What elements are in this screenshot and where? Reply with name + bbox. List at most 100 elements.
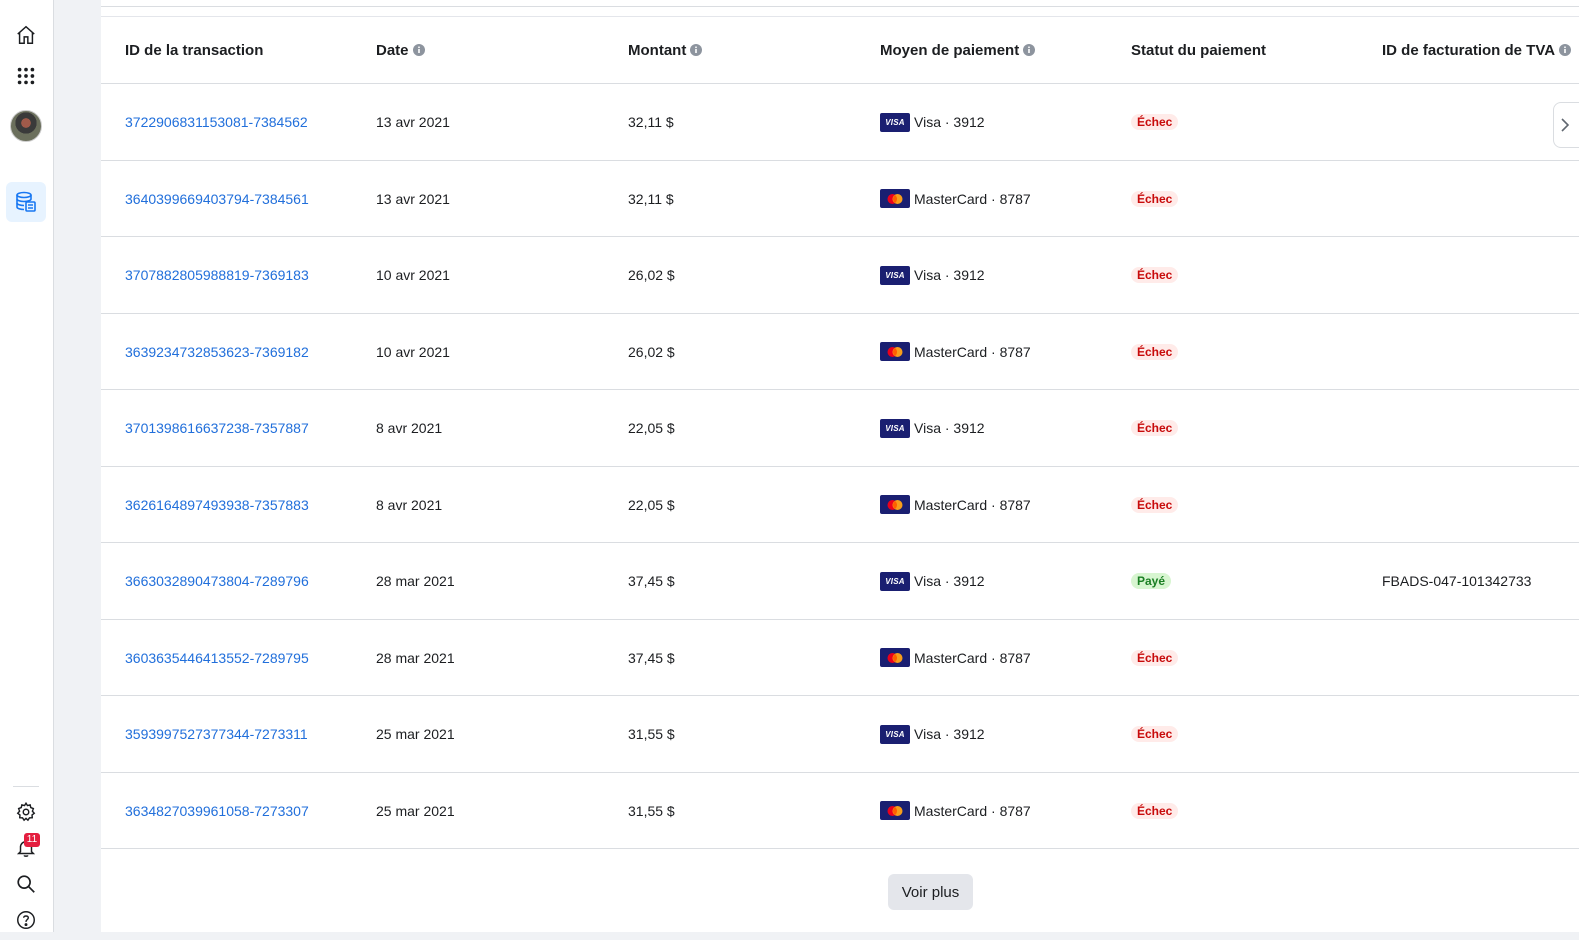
date-cell: 10 avr 2021 xyxy=(376,343,450,360)
billing-button[interactable] xyxy=(6,182,46,222)
home-button[interactable] xyxy=(6,15,46,55)
settings-icon xyxy=(16,801,36,822)
header-payment-method[interactable]: Moyen de paiement xyxy=(880,17,1036,83)
help-button[interactable] xyxy=(6,900,46,940)
status-badge: Échec xyxy=(1131,726,1179,742)
mastercard-logo-icon xyxy=(880,495,910,514)
payment-method-cell: MasterCard · 8787 xyxy=(880,161,1031,237)
mastercard-logo-icon xyxy=(880,342,910,361)
transaction-id-link[interactable]: 3634827039961058-7273307 xyxy=(125,803,309,819)
payment-method-text: MasterCard · 8787 xyxy=(914,343,1031,360)
see-more-button[interactable]: Voir plus xyxy=(888,874,973,910)
table-row: 3634827039961058-7273307 25 mar 2021 31,… xyxy=(101,773,1579,849)
mastercard-logo-icon xyxy=(880,801,910,820)
table-row: 3707882805988819-7369183 10 avr 2021 26,… xyxy=(101,237,1579,314)
header-payment-status[interactable]: Statut du paiement xyxy=(1131,17,1266,83)
info-icon[interactable] xyxy=(690,44,703,56)
date-cell: 13 avr 2021 xyxy=(376,114,450,130)
table-row: 3593997527377344-7273311 25 mar 2021 31,… xyxy=(101,696,1579,773)
payment-status-cell: Payé xyxy=(1131,543,1172,619)
status-badge: Payé xyxy=(1131,573,1172,589)
search-button[interactable] xyxy=(6,864,46,904)
table-row: 3701398616637238-7357887 8 avr 2021 22,0… xyxy=(101,390,1579,467)
payment-status-cell: Échec xyxy=(1131,696,1179,772)
mastercard-logo-icon xyxy=(880,648,910,667)
amount-cell: 31,55 $ xyxy=(628,726,675,742)
info-icon[interactable] xyxy=(1559,44,1572,56)
amount-cell: 37,45 $ xyxy=(628,573,675,589)
avatar xyxy=(10,110,42,142)
status-badge: Échec xyxy=(1131,190,1179,207)
payment-method-text: MasterCard · 8787 xyxy=(914,802,1031,819)
payment-method-cell: MasterCard · 8787 xyxy=(880,314,1031,390)
date-cell: 8 avr 2021 xyxy=(376,496,443,513)
header-amount[interactable]: Montant xyxy=(628,17,703,83)
apps-grid-icon xyxy=(17,67,35,85)
header-amount-label: Montant xyxy=(628,41,687,59)
header-transaction-id-label: ID de la transaction xyxy=(125,41,264,59)
payment-status-cell: Échec xyxy=(1131,467,1179,543)
header-transaction-id[interactable]: ID de la transaction xyxy=(125,17,263,83)
info-icon[interactable] xyxy=(1023,44,1036,56)
rail-divider xyxy=(13,786,39,787)
transaction-id-link[interactable]: 3639234732853623-7369182 xyxy=(125,344,309,360)
table-header: ID de la transaction Date Montant Moyen … xyxy=(101,17,1579,84)
transaction-id-cell: 3634827039961058-7273307 xyxy=(125,773,309,849)
payment-method-cell: VISA Visa · 3912 xyxy=(880,543,985,619)
amount-cell: 32,11 $ xyxy=(628,114,674,130)
date-cell: 13 avr 2021 xyxy=(376,190,450,207)
amount-cell: 37,45 $ xyxy=(628,649,675,666)
transaction-id-link[interactable]: 3663032890473804-7289796 xyxy=(125,573,309,589)
apps-grid-button[interactable] xyxy=(6,56,46,96)
amount-cell: 26,02 $ xyxy=(628,267,675,283)
account-avatar-button[interactable] xyxy=(6,106,46,146)
search-icon xyxy=(17,875,35,893)
payment-method-text: Visa · 3912 xyxy=(914,726,985,742)
transaction-id-link[interactable]: 3701398616637238-7357887 xyxy=(125,420,309,436)
transaction-id-link[interactable]: 3603635446413552-7289795 xyxy=(125,650,309,666)
header-date[interactable]: Date xyxy=(376,17,425,83)
status-badge: Échec xyxy=(1131,267,1179,283)
status-badge: Échec xyxy=(1131,802,1179,819)
status-badge: Échec xyxy=(1131,343,1179,360)
transaction-id-cell: 3639234732853623-7369182 xyxy=(125,314,309,390)
transaction-id-link[interactable]: 3640399669403794-7384561 xyxy=(125,191,309,207)
header-payment-status-label: Statut du paiement xyxy=(1131,41,1267,59)
left-nav-rail: 11 xyxy=(0,0,54,932)
date-cell: 25 mar 2021 xyxy=(376,802,455,819)
table-row: 3640399669403794-7384561 13 avr 2021 32,… xyxy=(101,161,1579,237)
date-cell: 8 avr 2021 xyxy=(376,420,443,436)
payment-method-text: Visa · 3912 xyxy=(914,573,985,589)
transaction-id-link[interactable]: 3707882805988819-7369183 xyxy=(125,267,309,283)
transactions-panel: ID de la transaction Date Montant Moyen … xyxy=(101,0,1579,932)
status-badge: Échec xyxy=(1131,649,1179,666)
transaction-id-link[interactable]: 3722906831153081-7384562 xyxy=(125,114,308,130)
amount-cell: 22,05 $ xyxy=(628,420,675,436)
status-badge: Échec xyxy=(1131,496,1179,513)
payment-status-cell: Échec xyxy=(1131,773,1179,849)
transaction-id-cell: 3603635446413552-7289795 xyxy=(125,620,309,696)
visa-logo-icon: VISA xyxy=(880,571,910,591)
settings-button[interactable] xyxy=(6,792,46,832)
panel-top-border xyxy=(101,6,1579,7)
transaction-id-link[interactable]: 3626164897493938-7357883 xyxy=(125,497,309,513)
transaction-id-link[interactable]: 3593997527377344-7273311 xyxy=(125,726,308,742)
transaction-id-cell: 3701398616637238-7357887 xyxy=(125,390,309,466)
payment-method-text: MasterCard · 8787 xyxy=(914,649,1031,666)
notifications-count-badge: 11 xyxy=(24,833,40,847)
payment-method-cell: VISA Visa · 3912 xyxy=(880,390,985,466)
header-vat-billing-id[interactable]: ID de facturation de TVA xyxy=(1382,17,1572,83)
amount-cell: 26,02 $ xyxy=(628,343,675,360)
status-badge: Échec xyxy=(1131,114,1179,130)
table-row: 3722906831153081-7384562 13 avr 2021 32,… xyxy=(101,84,1579,161)
payment-method-cell: VISA Visa · 3912 xyxy=(880,237,985,313)
payment-status-cell: Échec xyxy=(1131,237,1179,313)
info-icon[interactable] xyxy=(412,44,425,56)
content-gutter xyxy=(54,0,101,932)
payment-status-cell: Échec xyxy=(1131,620,1179,696)
visa-logo-icon: VISA xyxy=(880,265,910,285)
scroll-right-button[interactable] xyxy=(1553,102,1579,148)
payment-method-text: MasterCard · 8787 xyxy=(914,496,1031,513)
vat-billing-id-cell: FBADS-047-101342733 xyxy=(1382,573,1532,589)
visa-logo-icon: VISA xyxy=(880,724,910,744)
